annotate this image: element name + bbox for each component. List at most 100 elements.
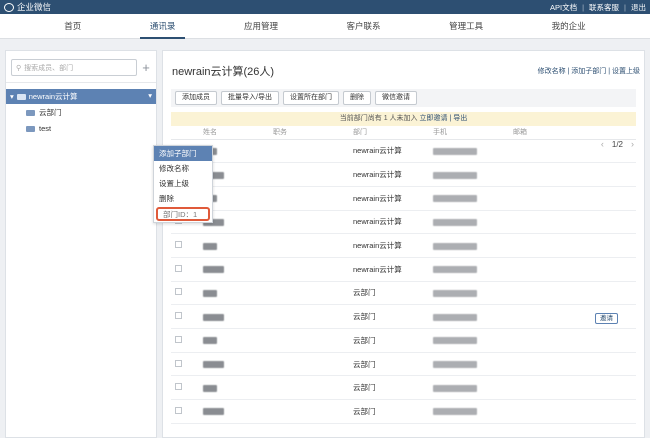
menu-item-set-parent[interactable]: 设置上级 [154,176,212,191]
tab-home[interactable]: 首页 [54,14,91,39]
phone-cell [429,210,509,235]
checkbox[interactable] [175,383,182,391]
email-cell [509,375,636,401]
table-row[interactable]: 云部门 [171,328,636,353]
tab-contacts[interactable]: 通讯录 [139,14,186,39]
table-row[interactable]: newrain云计算 [171,139,636,164]
page-indicator: 1/2 [611,139,623,149]
title-cell [269,375,349,401]
redacted-name [203,361,224,369]
email-cell [509,210,636,235]
pager: ‹ 1/2 › [601,139,634,149]
phone-cell [429,399,509,424]
search-placeholder: 搜索成员、部门 [24,64,74,72]
redacted-name [203,337,217,345]
set-department-button[interactable]: 设置所在部门 [282,91,339,105]
main-nav: 首页 通讯录 应用管理 客户联系 管理工具 我的企业 [0,14,650,39]
table-row[interactable]: newrain云计算 [171,257,636,282]
row-checkbox[interactable] [171,281,199,306]
toolbar: 添加成员 批量导入/导出 设置所在部门 删除 微信邀请 [171,89,636,107]
email-cell [509,281,636,306]
redacted-name [203,384,217,392]
tab-customers[interactable]: 客户联系 [337,14,391,39]
checkbox[interactable] [175,335,182,343]
tab-apps[interactable]: 应用管理 [234,14,288,39]
table-row[interactable]: 云部门 [171,281,636,306]
phone-cell [429,233,509,258]
prev-page-icon[interactable]: ‹ [601,139,604,149]
add-icon[interactable]: + [141,60,151,75]
row-checkbox[interactable] [171,257,199,282]
redacted-phone [433,147,477,155]
col-phone: 手机 [429,126,509,140]
add-member-button[interactable]: 添加成员 [175,91,217,105]
delete-button[interactable]: 删除 [342,91,371,105]
search-input[interactable]: ⚲ 搜索成员、部门 [11,59,137,76]
checkbox[interactable] [175,312,182,320]
name-cell [199,233,269,258]
checkbox[interactable] [175,406,182,414]
row-checkbox[interactable] [171,328,199,353]
table-row[interactable]: newrain云计算 [171,186,636,211]
col-dept: 部门 [349,126,429,140]
email-cell [509,186,636,211]
folder-icon [26,109,35,116]
table-row[interactable]: 云部门 [171,375,636,401]
checkbox[interactable] [175,288,182,296]
table-row[interactable]: newrain云计算 [171,210,636,235]
menu-item-rename[interactable]: 修改名称 [154,161,212,176]
dept-cell: newrain云计算 [349,257,429,282]
tab-tools[interactable]: 管理工具 [439,14,493,39]
redacted-name [203,313,224,321]
table-row[interactable]: newrain云计算 [171,233,636,258]
tab-my-company[interactable]: 我的企业 [542,14,596,39]
contact-support-link[interactable]: 联系客服 [589,2,619,13]
table-row[interactable]: newrain云计算 [171,162,636,187]
menu-item-delete[interactable]: 删除 [154,191,212,206]
phone-cell [429,352,509,377]
table-row[interactable]: 云部门 [171,352,636,377]
dept-cell: newrain云计算 [349,233,429,258]
wechat-invite-button[interactable]: 微信邀请 [374,91,417,105]
dropdown-icon[interactable]: ▾ [148,91,152,100]
caret-down-icon[interactable]: ▾ [10,92,14,101]
members-panel: newrain云计算(26人) 修改名称 | 添加子部门 | 设置上级 添加成员… [162,50,645,438]
next-page-icon[interactable]: › [631,139,634,149]
tree-item-label: newrain云计算 [28,92,78,101]
logout-link[interactable]: 退出 [631,2,646,13]
phone-cell [429,304,509,329]
notice-link[interactable]: 立即邀请 | 导出 [420,115,468,122]
dept-cell: 云部门 [349,352,429,377]
row-checkbox[interactable] [171,304,199,329]
name-cell [199,352,269,377]
row-checkbox[interactable] [171,399,199,424]
batch-import-export-button[interactable]: 批量导入/导出 [221,91,279,105]
row-checkbox[interactable] [171,375,199,401]
row-checkbox[interactable] [171,233,199,258]
dept-cell: newrain云计算 [349,210,429,235]
department-actions[interactable]: 修改名称 | 添加子部门 | 设置上级 [538,66,640,76]
department-id-label: 部门ID：1 [156,207,210,221]
table-row[interactable]: 云部门 [171,399,636,424]
folder-icon [26,125,35,132]
tree-item-test[interactable]: test [6,121,156,136]
checkbox[interactable] [175,359,182,367]
title-cell [269,139,349,164]
redacted-phone [433,289,477,297]
checkbox[interactable] [175,264,182,272]
department-title: newrain云计算(26人) [172,66,275,78]
tree-item-cloud-dept[interactable]: 云部门 [6,105,156,120]
api-docs-link[interactable]: API文档 [550,2,577,13]
redacted-phone [433,218,477,226]
menu-item-add-subdept[interactable]: 添加子部门 [154,146,212,161]
wecom-logo-icon [4,2,14,12]
dept-cell: 云部门 [349,281,429,306]
tree-item-root[interactable]: ▾ newrain云计算 ▾ [6,89,156,104]
title-cell [269,162,349,187]
table-row[interactable]: 云部门 邀请 [171,304,636,329]
checkbox[interactable] [175,241,182,249]
row-checkbox[interactable] [171,352,199,377]
redacted-phone [433,384,477,392]
phone-cell [429,328,509,353]
invite-button[interactable]: 邀请 [595,312,618,324]
